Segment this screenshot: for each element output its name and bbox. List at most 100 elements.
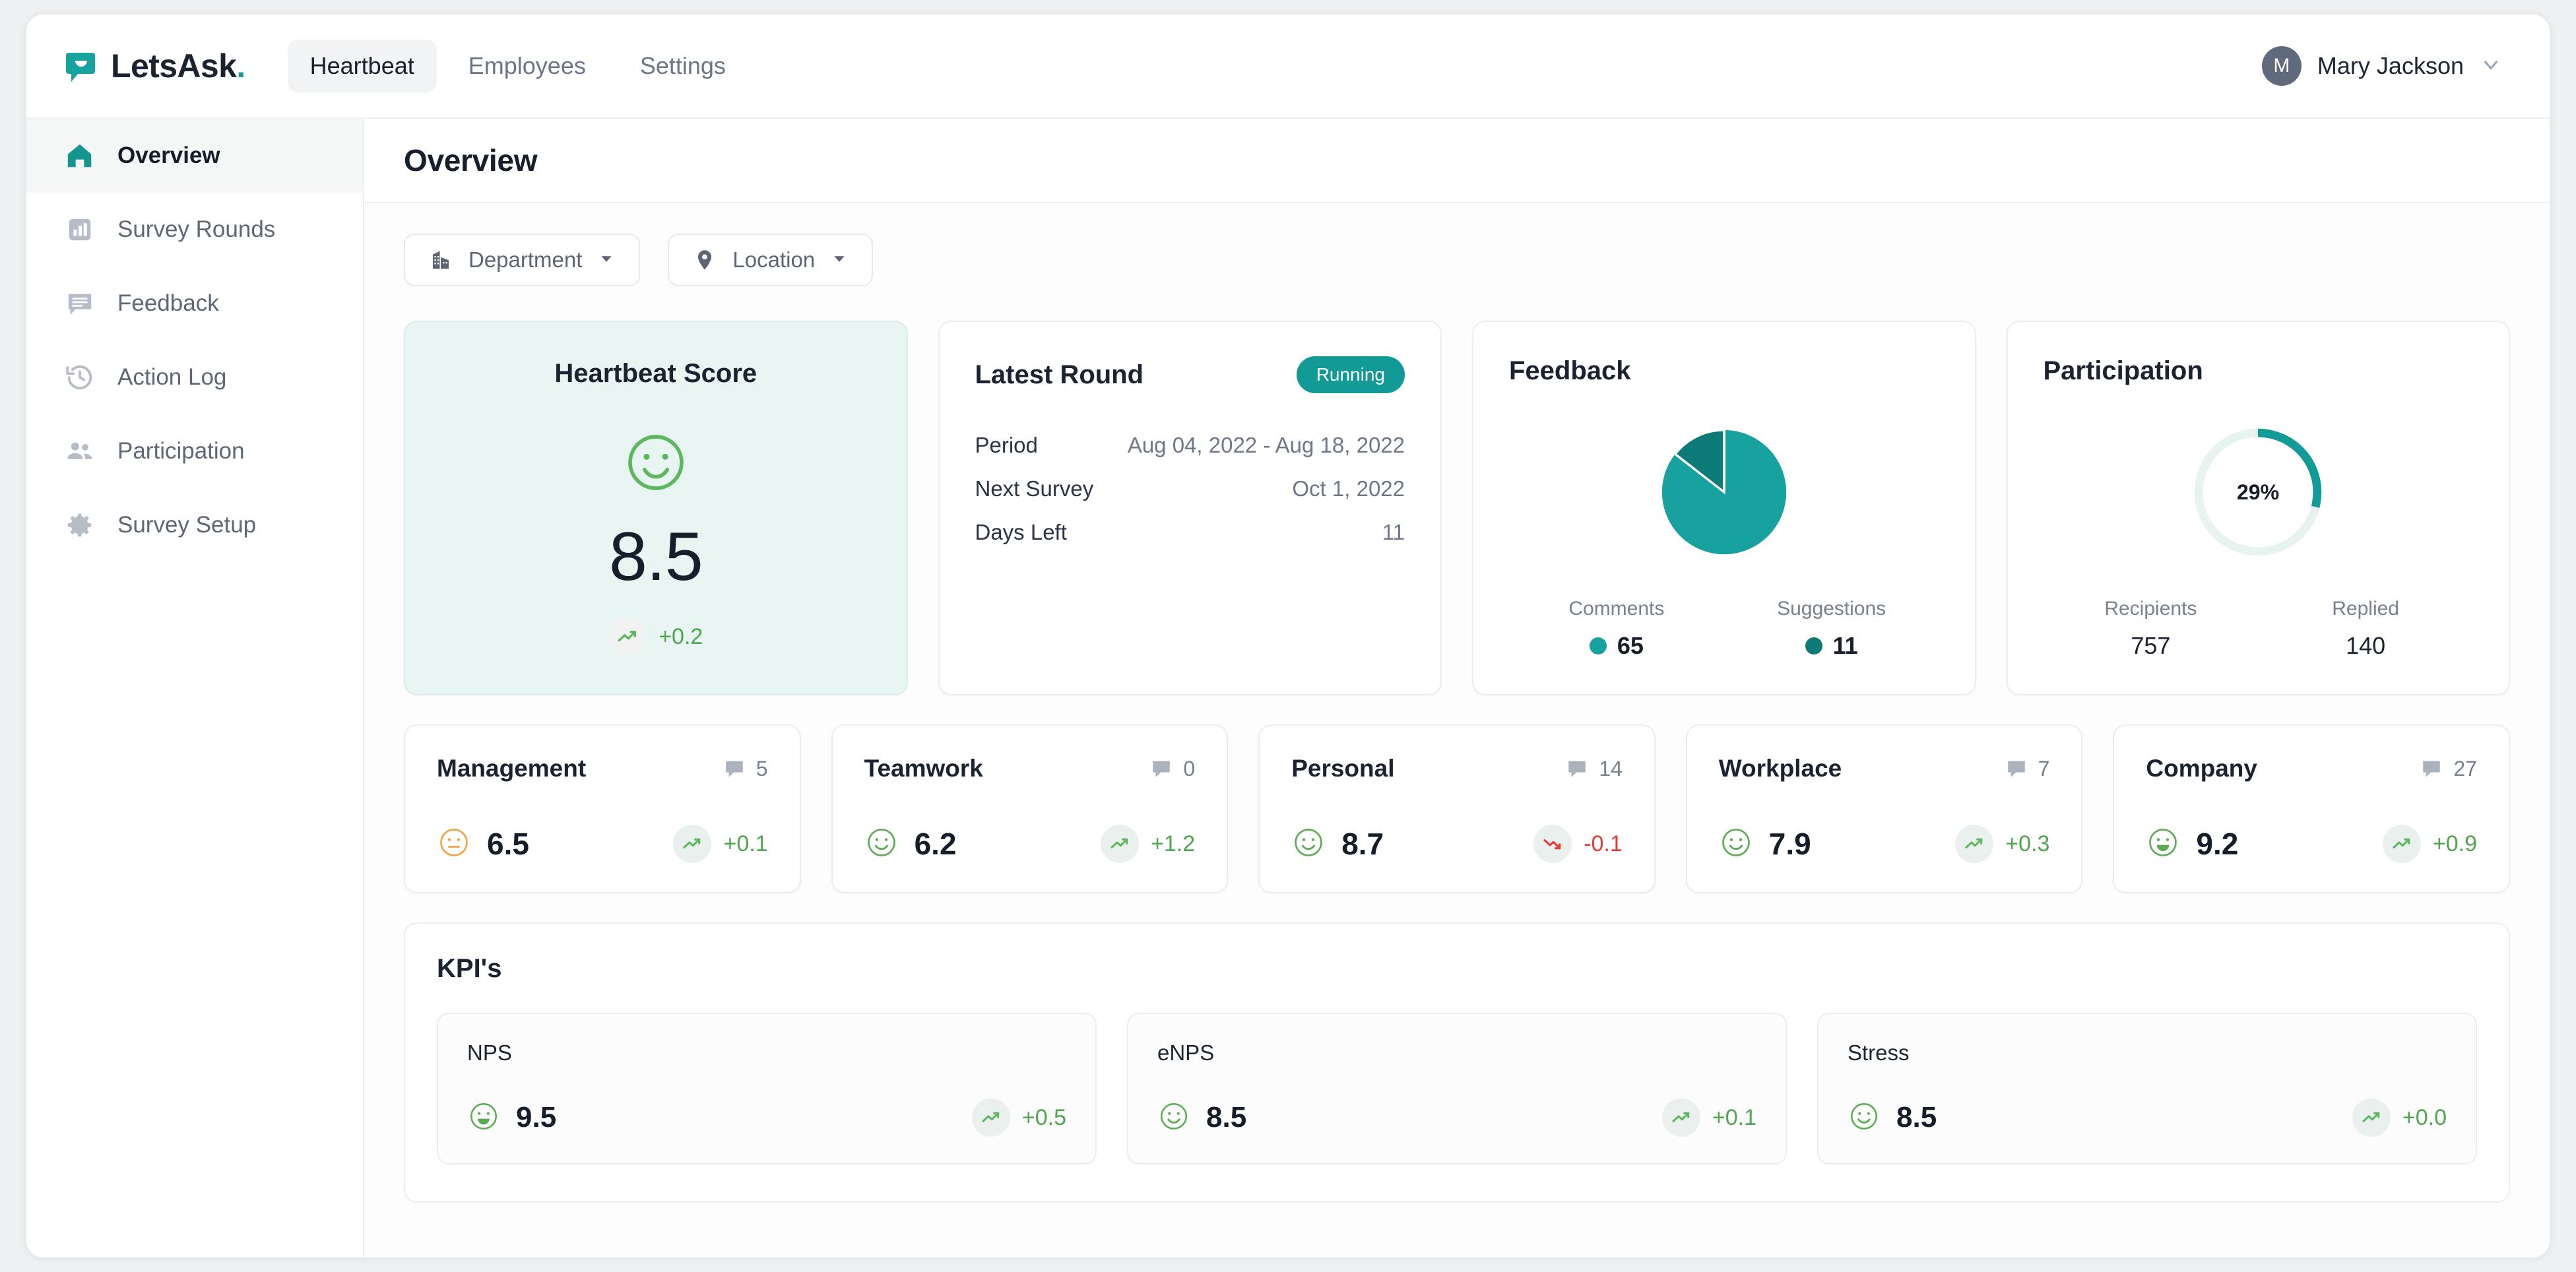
department-filter-label: Department bbox=[468, 247, 583, 272]
legend-label: Suggestions bbox=[1777, 598, 1886, 620]
comment-count-value: 7 bbox=[2038, 756, 2050, 780]
feedback-pie-chart bbox=[1509, 386, 1939, 598]
trending-up-icon bbox=[2382, 825, 2421, 863]
trending-up-icon bbox=[971, 1098, 1010, 1137]
sidebar-item-survey-rounds[interactable]: Survey Rounds bbox=[26, 193, 363, 267]
trending-up-icon bbox=[2352, 1098, 2391, 1137]
location-filter-label: Location bbox=[732, 247, 816, 272]
kpi-panel-title: KPI's bbox=[437, 954, 502, 983]
metric-card[interactable]: Company 27 9.2 +0.9 bbox=[2113, 724, 2510, 893]
metric-trend-value: +0.9 bbox=[2432, 831, 2477, 856]
smiley-grin-icon bbox=[2146, 825, 2180, 863]
smiley-happy-icon bbox=[1291, 825, 1326, 863]
tab-employees[interactable]: Employees bbox=[446, 40, 608, 92]
metric-score-value: 6.2 bbox=[914, 827, 957, 861]
latest-round-details: Period Aug 04, 2022 - Aug 18, 2022 Next … bbox=[975, 433, 1405, 545]
kpi-score-value: 8.5 bbox=[1896, 1101, 1937, 1133]
metric-score-box: 8.7 bbox=[1291, 825, 1384, 863]
legend-value-row: 65 bbox=[1589, 632, 1644, 660]
tab-settings[interactable]: Settings bbox=[618, 40, 748, 92]
status-badge: Running bbox=[1296, 356, 1405, 393]
sidebar-item-label: Action Log bbox=[117, 364, 227, 390]
metric-trend-value: +0.3 bbox=[2005, 831, 2050, 856]
metric-trend: +0.1 bbox=[673, 825, 768, 863]
map-pin-icon bbox=[693, 248, 717, 272]
latest-round-header: Latest Round Running bbox=[975, 356, 1405, 393]
dashboard-scroll-area: Department Location Heartbeat Score 8.5 … bbox=[364, 203, 2550, 1257]
detail-label: Next Survey bbox=[975, 476, 1094, 501]
legend-value-row: 11 bbox=[1805, 632, 1858, 660]
kpi-name: NPS bbox=[467, 1040, 512, 1065]
metric-score-box: 6.2 bbox=[864, 825, 957, 863]
kpi-trend: +0.1 bbox=[1661, 1098, 1756, 1137]
kpi-card[interactable]: NPS 9.5 +0.5 bbox=[437, 1013, 1097, 1164]
department-filter[interactable]: Department bbox=[404, 234, 641, 286]
comment-icon bbox=[723, 757, 746, 780]
metric-name: Workplace bbox=[1718, 755, 1842, 782]
stat-value: 140 bbox=[2346, 632, 2386, 659]
home-icon bbox=[65, 141, 95, 171]
sidebar-item-action-log[interactable]: Action Log bbox=[26, 340, 363, 414]
metric-card[interactable]: Workplace 7 7.9 +0.3 bbox=[1685, 724, 2083, 893]
feedback-card: Feedback Comments 65 Suggestions 11 bbox=[1472, 321, 1976, 695]
metric-name: Teamwork bbox=[864, 755, 983, 782]
detail-row-period: Period Aug 04, 2022 - Aug 18, 2022 bbox=[975, 433, 1405, 458]
metric-card[interactable]: Personal 14 8.7 -0.1 bbox=[1258, 724, 1656, 893]
metric-footer: 8.7 -0.1 bbox=[1291, 825, 1623, 863]
page-title: Overview bbox=[404, 143, 538, 177]
location-filter[interactable]: Location bbox=[668, 234, 874, 286]
metric-footer: 6.2 +1.2 bbox=[864, 825, 1195, 863]
metric-trend-value: +1.2 bbox=[1151, 831, 1196, 856]
legend-item-suggestions: Suggestions 11 bbox=[1724, 598, 1939, 660]
trending-up-icon bbox=[608, 618, 647, 656]
smiley-grin-icon bbox=[467, 1100, 500, 1136]
legend-value: 11 bbox=[1832, 632, 1858, 659]
kpi-trend-value: +0.1 bbox=[1712, 1104, 1756, 1130]
metric-comment-count: 0 bbox=[1150, 757, 1195, 781]
sidebar: Overview Survey Rounds Feedback Action L… bbox=[26, 119, 364, 1257]
stat-recipients: Recipients 757 bbox=[2044, 598, 2259, 660]
stat-replied: Replied 140 bbox=[2258, 598, 2473, 660]
heartbeat-trend: +0.2 bbox=[608, 618, 703, 656]
kpi-card[interactable]: eNPS 8.5 +0.1 bbox=[1127, 1013, 1787, 1164]
kpi-trend: +0.0 bbox=[2352, 1098, 2447, 1137]
metric-score-box: 6.5 bbox=[437, 825, 529, 863]
sidebar-item-participation[interactable]: Participation bbox=[26, 414, 363, 488]
kpi-score-value: 8.5 bbox=[1206, 1101, 1247, 1133]
metric-card[interactable]: Teamwork 0 6.2 +1.2 bbox=[831, 724, 1229, 893]
heartbeat-score-title: Heartbeat Score bbox=[554, 359, 757, 388]
sidebar-item-feedback[interactable]: Feedback bbox=[26, 267, 363, 340]
summary-cards-row: Heartbeat Score 8.5 +0.2 Latest Round Ru… bbox=[404, 321, 2510, 695]
kpi-score-box: 9.5 bbox=[467, 1100, 556, 1136]
people-icon bbox=[65, 436, 95, 466]
metric-comment-count: 14 bbox=[1566, 757, 1623, 781]
metric-footer: 9.2 +0.9 bbox=[2146, 825, 2477, 863]
tab-heartbeat[interactable]: Heartbeat bbox=[287, 40, 437, 92]
metric-card[interactable]: Management 5 6.5 +0.1 bbox=[404, 724, 801, 893]
top-nav-tabs: Heartbeat Employees Settings bbox=[287, 40, 748, 92]
trending-down-icon bbox=[1533, 825, 1572, 863]
metric-name: Management bbox=[437, 755, 587, 782]
sidebar-item-survey-setup[interactable]: Survey Setup bbox=[26, 488, 363, 562]
sidebar-item-overview[interactable]: Overview bbox=[26, 119, 363, 193]
app-window: LetsAsk. Heartbeat Employees Settings M … bbox=[26, 15, 2550, 1257]
metric-trend: +1.2 bbox=[1101, 825, 1195, 863]
top-navigation-bar: LetsAsk. Heartbeat Employees Settings M … bbox=[26, 15, 2550, 119]
kpi-card[interactable]: Stress 8.5 +0.0 bbox=[1817, 1013, 2477, 1164]
metric-score-box: 7.9 bbox=[1719, 825, 1811, 863]
kpi-footer: 8.5 +0.0 bbox=[1848, 1098, 2447, 1137]
user-menu[interactable]: M Mary Jackson bbox=[2261, 46, 2513, 86]
sidebar-item-label: Survey Setup bbox=[117, 512, 257, 538]
latest-round-title: Latest Round bbox=[975, 360, 1144, 389]
metric-footer: 6.5 +0.1 bbox=[437, 825, 768, 863]
legend-swatch bbox=[1589, 637, 1607, 654]
user-name: Mary Jackson bbox=[2317, 52, 2464, 79]
sidebar-item-label: Feedback bbox=[117, 290, 219, 316]
brand-logo[interactable]: LetsAsk. bbox=[63, 47, 245, 85]
smiley-happy-icon bbox=[864, 825, 899, 863]
smiley-happy-icon bbox=[1848, 1100, 1881, 1136]
chevron-down-icon bbox=[831, 250, 848, 270]
history-icon bbox=[65, 362, 95, 393]
smiley-neutral-icon bbox=[437, 825, 471, 863]
comment-icon bbox=[1566, 757, 1588, 780]
